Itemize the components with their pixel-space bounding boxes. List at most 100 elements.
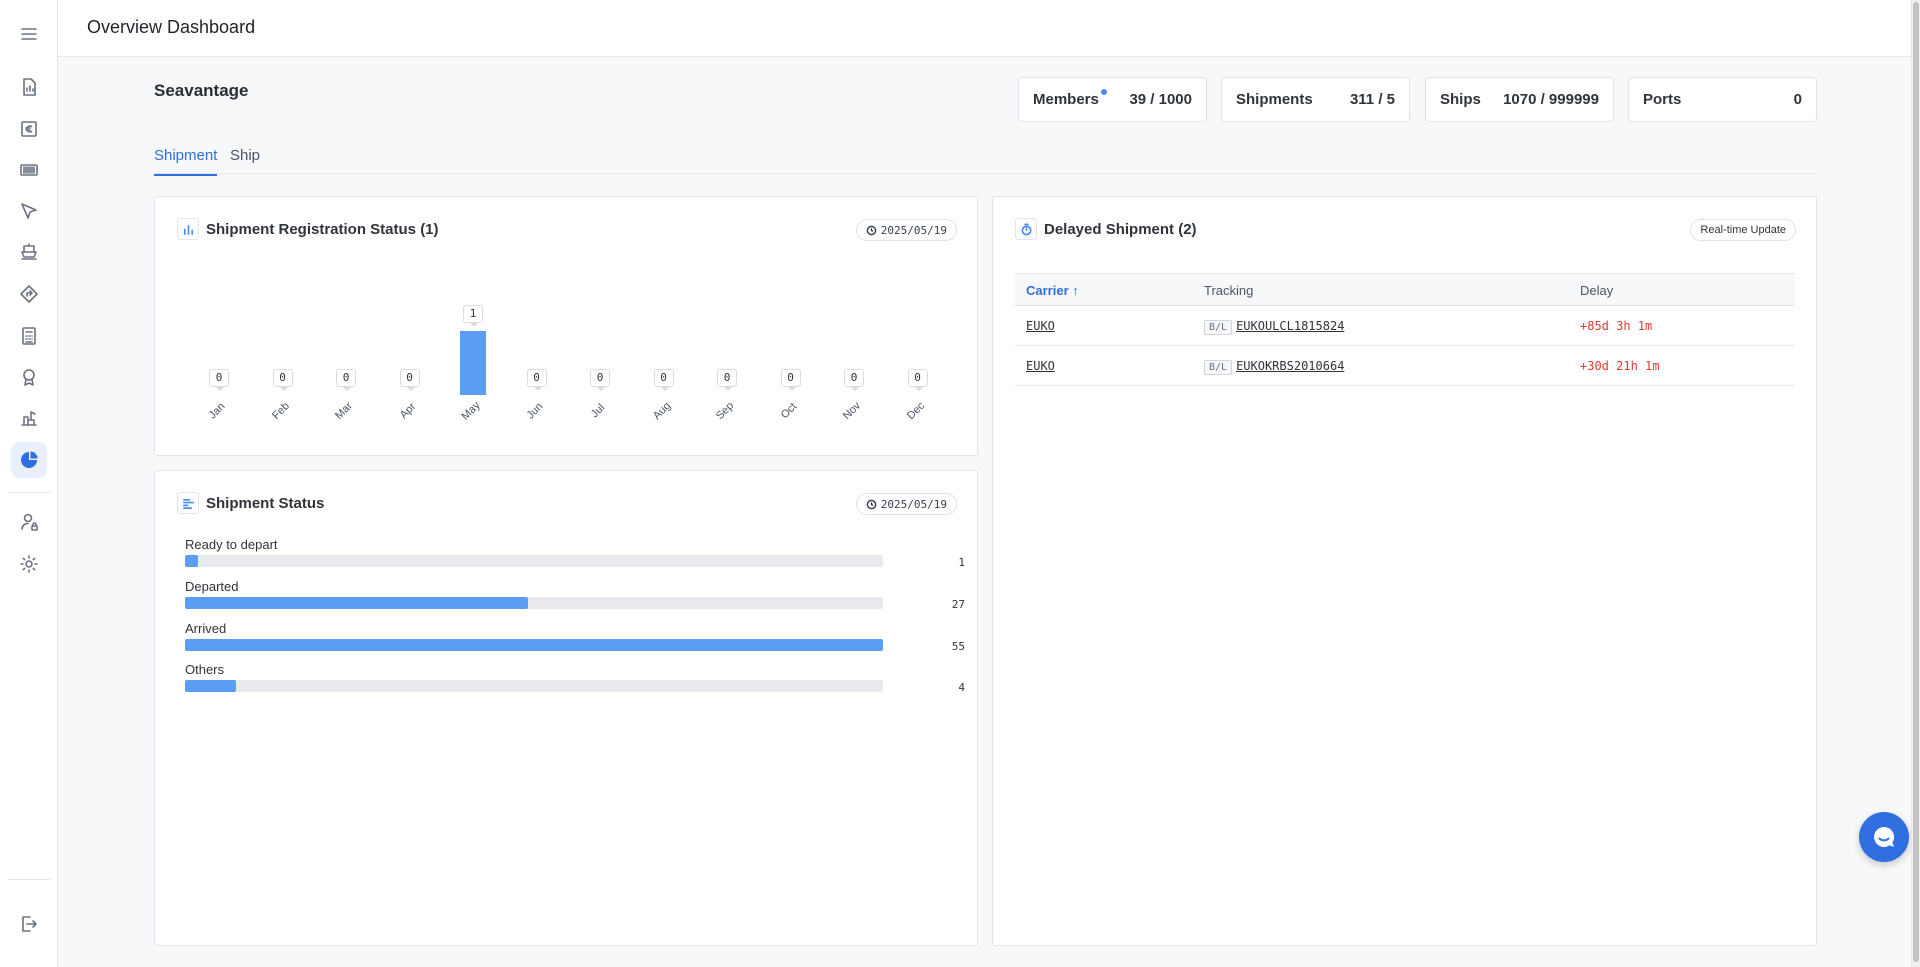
pie-chart-icon[interactable] [11, 442, 47, 478]
data-label: 0 [717, 369, 737, 391]
route-icon[interactable] [11, 276, 47, 312]
realtime-badge: Real-time Update [1690, 219, 1796, 241]
bl-tag: B/L [1204, 360, 1233, 375]
tracking-link[interactable]: EUKOKRBS2010664 [1236, 359, 1344, 373]
sidebar-divider [8, 879, 50, 880]
data-label: 0 [907, 369, 928, 391]
status-count: 27 [951, 598, 965, 611]
tab-shipment[interactable]: Shipment [154, 147, 218, 176]
chat-button[interactable] [1859, 812, 1909, 862]
top-header: Overview Dashboard [58, 0, 1914, 57]
x-tick-label: Apr [397, 400, 418, 422]
column-label: Carrier [1026, 283, 1069, 298]
data-label: 0 [399, 369, 420, 391]
port-icon[interactable] [11, 400, 47, 436]
data-label: 1 [463, 305, 483, 327]
stat-label: Ships [1440, 91, 1481, 108]
barcode-icon[interactable] [11, 152, 47, 188]
tracking-link[interactable]: EUKOULCL1815824 [1236, 319, 1344, 333]
stat-shipments: Shipments 311 / 5 [1221, 77, 1410, 122]
date-badge: 2025/05/19 [855, 493, 957, 515]
status-name: Arrived [185, 621, 227, 636]
data-label: 0 [209, 369, 229, 391]
delay-value: +30d 21h 1m [1580, 359, 1660, 373]
status-fill [185, 555, 198, 567]
x-tick-label: Jun [523, 400, 546, 422]
status-row: Arrived 55 [185, 621, 965, 653]
delay-value: +85d 3h 1m [1580, 319, 1653, 333]
x-tick-label: Dec [904, 399, 927, 423]
status-count: 55 [951, 640, 965, 653]
x-tick-label: Jan [206, 400, 228, 422]
stat-value: 1070 / 999999 [1503, 91, 1599, 108]
stat-label: Members [1033, 91, 1099, 108]
clock-icon [866, 225, 877, 235]
menu-icon[interactable] [11, 16, 47, 52]
user-lock-icon[interactable] [11, 504, 47, 540]
scrollbar-thumb[interactable] [1913, 2, 1919, 962]
x-tick-label: May [459, 399, 483, 423]
status-track [185, 597, 883, 609]
data-label: 0 [590, 369, 610, 391]
data-label: 0 [272, 369, 293, 391]
award-icon[interactable] [11, 359, 47, 395]
delayed-shipment-card: Delayed Shipment (2) Real-time Update Ca… [992, 196, 1817, 946]
data-label: 0 [780, 369, 801, 391]
column-delay: Delay [1580, 283, 1614, 298]
date-text: 2025/05/19 [880, 223, 947, 237]
ship-icon[interactable] [11, 234, 47, 270]
organization-name: Seavantage [154, 81, 249, 100]
table-header: Carrier ↑ Tracking Delay [1015, 274, 1795, 306]
settings-icon[interactable] [11, 546, 47, 582]
invoice-icon[interactable] [11, 111, 47, 147]
stat-label: Ports [1643, 91, 1682, 108]
stat-members: Members 39 / 1000 [1018, 77, 1207, 122]
data-label: 0 [844, 369, 864, 391]
column-tracking: Tracking [1204, 283, 1254, 298]
card-title: Delayed Shipment (2) [1044, 220, 1197, 238]
column-carrier[interactable]: Carrier ↑ [1026, 283, 1079, 298]
status-count: 1 [958, 556, 965, 569]
x-tick-label: Mar [333, 400, 355, 422]
notification-dot [1100, 89, 1107, 95]
status-track [185, 680, 883, 692]
sort-ascending-icon: ↑ [1072, 283, 1079, 298]
date-badge: 2025/05/19 [855, 219, 957, 241]
status-name: Departed [185, 579, 239, 594]
page-title: Overview Dashboard [87, 17, 256, 37]
x-tick-label: Aug [650, 399, 673, 423]
status-row: Ready to depart 1 [185, 537, 965, 569]
x-tick-label: Nov [840, 399, 864, 423]
carrier-link[interactable]: EUKO [1026, 319, 1055, 333]
clock-icon [866, 499, 877, 509]
stat-ports: Ports 0 [1628, 77, 1817, 122]
logout-icon[interactable] [11, 906, 47, 942]
report-icon[interactable] [11, 69, 47, 105]
date-text: 2025/05/19 [880, 497, 947, 511]
vertical-scrollbar[interactable] [1911, 0, 1920, 967]
status-name: Others [185, 662, 225, 677]
x-tick-label: Jul [588, 401, 608, 421]
x-tick-label: Sep [713, 399, 737, 423]
x-tick-label: Feb [269, 400, 292, 422]
stat-value: 39 / 1000 [1129, 91, 1192, 108]
carrier-link[interactable]: EUKO [1026, 359, 1055, 373]
sidebar [0, 0, 58, 967]
calculator-icon[interactable] [11, 318, 47, 354]
send-icon[interactable] [11, 193, 47, 229]
data-label: 0 [526, 369, 547, 391]
stat-value: 0 [1793, 91, 1802, 108]
status-count: 4 [958, 681, 965, 694]
table-row: EUKO B/L EUKOKRBS2010664 +30d 21h 1m [1015, 346, 1795, 386]
bar-chart-icon [177, 218, 199, 240]
status-row: Departed 27 [185, 579, 965, 611]
data-label: 0 [336, 369, 356, 391]
delayed-table: Carrier ↑ Tracking Delay EUKO B/L EUKOULC… [1015, 273, 1795, 386]
card-title: Shipment Registration Status (1) [206, 220, 439, 238]
status-name: Ready to depart [185, 537, 278, 552]
tab-ship[interactable]: Ship [230, 147, 260, 174]
registration-status-card: Shipment Registration Status (1) 2025/05… [154, 196, 978, 456]
stat-label: Shipments [1236, 91, 1313, 108]
table-row: EUKO B/L EUKOULCL1815824 +85d 3h 1m [1015, 306, 1795, 346]
sidebar-divider [8, 492, 50, 493]
